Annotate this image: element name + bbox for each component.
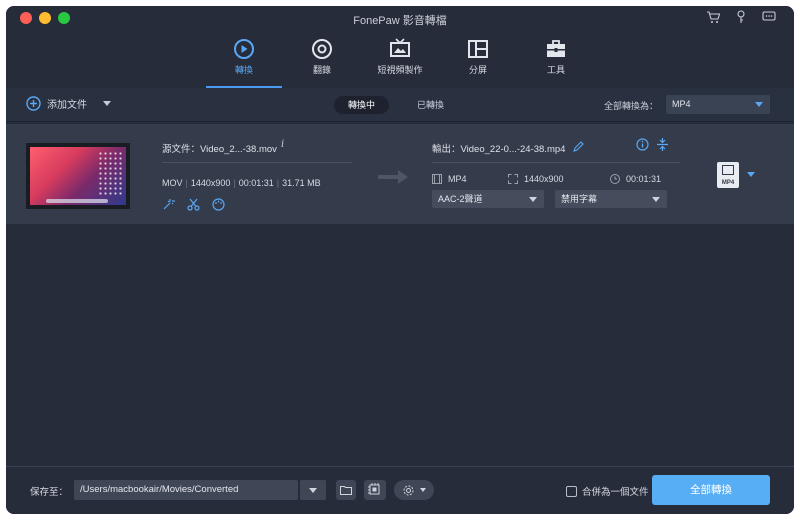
file-item: 源文件：Video_2...-38.mov i MOV | 1440x900 | 00:… (6, 124, 794, 224)
output-resolution: 1440x900 (524, 174, 564, 184)
source-file-name: 源文件：Video_2...-38.mov (162, 144, 277, 155)
film-icon (722, 165, 734, 175)
app-window: FonePaw 影音轉檔 轉換 翻錄 短視頻製作 分屏 工具 添加文件 轉換中 … (6, 6, 794, 514)
hardware-accel-button[interactable] (364, 480, 386, 500)
tab-split-screen[interactable]: 分屏 (440, 36, 516, 86)
key-icon[interactable] (736, 10, 746, 24)
convert-all-to-label: 全部轉換為： (604, 101, 659, 111)
toolbox-icon (547, 40, 565, 57)
tab-short-video[interactable]: 短視頻製作 (362, 36, 438, 86)
output-file: 輸出：Video_22-0...-24-38.mp4 (432, 141, 585, 155)
source-format: MOV (162, 178, 183, 188)
settings-button[interactable] (394, 480, 434, 500)
chevron-down-icon (755, 102, 763, 107)
save-to-label: 保存至： (30, 487, 69, 498)
main-nav: 轉換 翻錄 短視頻製作 分屏 工具 (6, 36, 794, 88)
add-file-dropdown-icon[interactable] (103, 101, 111, 106)
add-circle-icon (26, 96, 41, 111)
divider (432, 162, 680, 163)
divider (162, 162, 352, 163)
split-screen-icon (468, 40, 488, 58)
convert-all-format-value: MP4 (672, 99, 691, 109)
add-file-button[interactable]: 添加文件 (26, 96, 111, 111)
tab-converted[interactable]: 已轉換 (403, 96, 458, 114)
open-folder-button[interactable] (336, 480, 356, 500)
merge-label: 合併為一個文件 (582, 487, 649, 498)
cart-icon[interactable] (706, 10, 720, 24)
output-duration-info: 00:01:31 (610, 174, 661, 184)
compress-icon[interactable] (657, 138, 668, 156)
output-file-name: 輸出：Video_22-0...-24-38.mp4 (432, 144, 566, 155)
source-duration: 00:01:31 (238, 178, 274, 188)
feedback-icon[interactable] (762, 11, 776, 23)
edit-pencil-icon[interactable] (573, 141, 585, 155)
chevron-down-icon (652, 197, 660, 202)
output-duration: 00:01:31 (626, 174, 662, 184)
audio-track-select[interactable]: AAC-2聲道 (432, 190, 544, 208)
enhance-icon[interactable] (162, 198, 175, 216)
output-info-icon[interactable] (636, 138, 649, 156)
arrow-right-icon (378, 170, 408, 184)
format-dropdown-icon[interactable] (747, 172, 755, 177)
tab-tools-label: 工具 (546, 65, 565, 75)
app-title: FonePaw 影音轉檔 (353, 15, 447, 27)
toolbar: 添加文件 轉換中 已轉換 全部轉換為： MP4 (6, 88, 794, 122)
file-list-empty-area (6, 224, 794, 468)
clock-icon (610, 174, 620, 184)
convert-all-format-select[interactable]: MP4 (666, 95, 770, 114)
source-resolution: 1440x900 (190, 178, 231, 188)
cut-icon[interactable] (187, 198, 200, 216)
bottom-bar: 保存至： /Users/macbookair/Movies/Converted … (6, 466, 794, 514)
tab-tools[interactable]: 工具 (518, 36, 594, 86)
convert-icon (234, 39, 254, 59)
tab-converting[interactable]: 轉換中 (334, 96, 390, 114)
audio-track-value: AAC-2聲道 (438, 194, 483, 204)
status-tabs: 轉換中 已轉換 (334, 96, 458, 114)
path-dropdown-button[interactable] (300, 480, 326, 500)
tab-rip-label: 翻錄 (312, 65, 331, 75)
tab-split-screen-label: 分屏 (468, 65, 487, 75)
output-format-info: MP4 (432, 174, 467, 184)
folder-icon (340, 486, 352, 495)
output-format-badge-label: MP4 (721, 180, 735, 186)
subtitle-select[interactable]: 禁用字幕 (555, 190, 667, 208)
output-format: MP4 (448, 174, 467, 184)
tab-convert-label: 轉換 (234, 65, 253, 75)
subtitle-value: 禁用字幕 (561, 194, 598, 204)
gear-icon (403, 485, 414, 495)
merge-checkbox[interactable]: 合併為一個文件 (566, 484, 649, 498)
merge-checkbox-box[interactable] (566, 485, 577, 497)
film-icon (432, 174, 442, 184)
output-path-field[interactable]: /Users/macbookair/Movies/Converted (74, 480, 298, 500)
top-right-icons (706, 10, 776, 24)
tab-convert[interactable]: 轉換 (206, 36, 282, 88)
source-size: 31.71 MB (282, 178, 321, 188)
settings-dropdown-icon (420, 488, 426, 492)
tab-short-video-label: 短視頻製作 (377, 65, 423, 75)
output-actions (636, 138, 668, 156)
palette-icon[interactable] (212, 198, 225, 216)
convert-all-button[interactable]: 全部轉換 (652, 475, 770, 505)
resize-icon (508, 174, 518, 184)
title-bar: FonePaw 影音轉檔 轉換 翻錄 短視頻製作 分屏 工具 (6, 6, 794, 88)
tv-icon (390, 38, 410, 57)
edit-tools (162, 198, 225, 216)
source-meta: MOV | 1440x900 | 00:01:31 | 31.71 MB (162, 178, 321, 188)
chip-off-icon (368, 483, 380, 495)
info-icon[interactable]: i (281, 139, 284, 150)
tab-rip[interactable]: 翻錄 (284, 36, 360, 86)
output-resolution-info: 1440x900 (508, 174, 564, 184)
disc-icon (312, 39, 332, 59)
add-file-label: 添加文件 (47, 100, 87, 111)
output-format-badge[interactable]: MP4 (717, 162, 739, 188)
video-thumbnail[interactable] (26, 143, 130, 209)
chevron-down-icon (529, 197, 537, 202)
